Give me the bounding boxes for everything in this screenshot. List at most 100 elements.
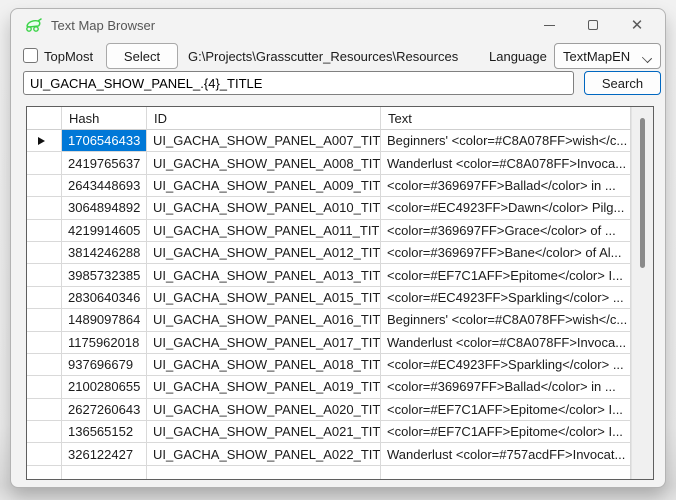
cell-id[interactable]: UI_GACHA_SHOW_PANEL_A020_TITLE [147, 399, 381, 421]
cell-text[interactable]: <color=#EF7C1AFF>Epitome</color> I... [381, 264, 631, 286]
cell-hash[interactable]: 1706546433 [62, 130, 147, 152]
cell-id[interactable]: UI_GACHA_SHOW_PANEL_A007_TITLE [147, 130, 381, 152]
table-row: 2419765637UI_GACHA_SHOW_PANEL_A008_TITLE… [27, 152, 631, 174]
cell-text[interactable]: <color=# [381, 466, 631, 479]
cell-id[interactable]: UI_GACHA_SHOW_PANEL_A013_TITLE [147, 264, 381, 286]
row-header[interactable] [27, 152, 62, 174]
row-header[interactable] [27, 332, 62, 354]
grid-header-row: Hash ID Text [27, 107, 631, 130]
cell-id[interactable]: UI_GACHA_SHOW_PANEL_A021_TITLE [147, 421, 381, 443]
chevron-down-icon [643, 52, 652, 61]
cell-hash[interactable]: 136565152 [62, 421, 147, 443]
row-header[interactable] [27, 309, 62, 331]
cell-hash[interactable]: 4219914605 [62, 220, 147, 242]
cell-text[interactable]: <color=#EF7C1AFF>Epitome</color> I... [381, 399, 631, 421]
cell-id[interactable]: UI_GACHA_SHOW_PANEL_A017_TITLE [147, 332, 381, 354]
column-header-text[interactable]: Text [381, 107, 631, 130]
cell-id[interactable]: UI_GACHA_SHOW_PANEL_A010_TITLE [147, 197, 381, 219]
table-row: 3985732385UI_GACHA_SHOW_PANEL_A013_TITLE… [27, 264, 631, 286]
row-header[interactable] [27, 443, 62, 465]
title-bar[interactable]: Text Map Browser ✕ [11, 9, 665, 41]
column-header-hash[interactable]: Hash [62, 107, 147, 130]
cell-text[interactable]: <color=#EF7C1AFF>Epitome</color> I... [381, 421, 631, 443]
cell-id[interactable]: UI_GACHA_SHOW_PANEL_A015_TITLE [147, 287, 381, 309]
row-header[interactable] [27, 287, 62, 309]
topmost-checkbox[interactable] [23, 48, 38, 63]
cell-text[interactable]: <color=#EC4923FF>Sparkling</color> ... [381, 287, 631, 309]
row-header[interactable] [27, 466, 62, 479]
search-button[interactable]: Search [584, 71, 661, 95]
table-row: 937696679UI_GACHA_SHOW_PANEL_A018_TITLE<… [27, 354, 631, 376]
cell-text[interactable]: Wanderlust <color=#C8A078FF>Invoca... [381, 152, 631, 174]
cell-hash[interactable]: 3064894892 [62, 197, 147, 219]
resources-path-label: G:\Projects\Grasscutter_Resources\Resour… [188, 49, 458, 64]
cell-hash[interactable]: 2627260643 [62, 399, 147, 421]
cell-text[interactable]: <color=#369697FF>Grace</color> of ... [381, 220, 631, 242]
table-row: 2643448693UI_GACHA_SHOW_PANEL_A009_TITLE… [27, 175, 631, 197]
row-header[interactable] [27, 130, 62, 152]
cell-text[interactable]: Beginners' <color=#C8A078FF>wish</c... [381, 130, 631, 152]
table-row: 2830640346UI_GACHA_SHOW_PANEL_A015_TITLE… [27, 287, 631, 309]
cell-id[interactable]: UI_GACHA_SHOW_PANEL_A019_TITLE [147, 376, 381, 398]
cell-text[interactable]: <color=#EC4923FF>Dawn</color> Pilg... [381, 197, 631, 219]
cell-text[interactable]: <color=#369697FF>Bane</color> of Al... [381, 242, 631, 264]
row-header[interactable] [27, 220, 62, 242]
cell-hash[interactable]: 2419765637 [62, 152, 147, 174]
table-row: 1706546433UI_GACHA_SHOW_PANEL_A007_TITLE… [27, 130, 631, 152]
minimize-button[interactable] [527, 10, 571, 40]
minimize-icon [544, 25, 555, 26]
cell-hash[interactable]: 2100280655 [62, 376, 147, 398]
column-header-id[interactable]: ID [147, 107, 381, 130]
grasscutter-app-icon [23, 17, 43, 33]
row-header[interactable] [27, 376, 62, 398]
search-input[interactable] [23, 71, 574, 95]
cell-hash[interactable] [62, 466, 147, 479]
table-row: 2627260643UI_GACHA_SHOW_PANEL_A020_TITLE… [27, 399, 631, 421]
row-header[interactable] [27, 264, 62, 286]
cell-hash[interactable]: 937696679 [62, 354, 147, 376]
cell-text[interactable]: Wanderlust <color=#757acdFF>Invocat... [381, 443, 631, 465]
grid-corner-header[interactable] [27, 107, 62, 130]
cell-hash[interactable]: 3985732385 [62, 264, 147, 286]
cell-hash[interactable]: 1489097864 [62, 309, 147, 331]
cell-id[interactable]: UI_GACHA_SHOW_PANEL_A012_TITLE [147, 242, 381, 264]
close-button[interactable]: ✕ [615, 10, 659, 40]
cell-id[interactable]: UI_GACHA_SHOW_PANEL_A011_TITLE [147, 220, 381, 242]
cell-hash[interactable]: 2830640346 [62, 287, 147, 309]
language-label: Language [489, 49, 547, 64]
table-row: 2100280655UI_GACHA_SHOW_PANEL_A019_TITLE… [27, 376, 631, 398]
cell-id[interactable]: UI_GACHA_SHOW_PANEL_A008_TITLE [147, 152, 381, 174]
cell-hash[interactable]: 2643448693 [62, 175, 147, 197]
row-header[interactable] [27, 197, 62, 219]
table-row: 136565152UI_GACHA_SHOW_PANEL_A021_TITLE<… [27, 421, 631, 443]
topmost-label[interactable]: TopMost [44, 49, 93, 64]
row-header[interactable] [27, 421, 62, 443]
row-header[interactable] [27, 399, 62, 421]
row-header[interactable] [27, 175, 62, 197]
cell-text[interactable]: <color=#369697FF>Ballad</color> in ... [381, 376, 631, 398]
select-button[interactable]: Select [106, 43, 178, 69]
grid-content: Hash ID Text 1706546433UI_GACHA_SHOW_PAN… [27, 107, 631, 479]
cell-hash[interactable]: 326122427 [62, 443, 147, 465]
cell-id[interactable] [147, 466, 381, 479]
grid-rows: 1706546433UI_GACHA_SHOW_PANEL_A007_TITLE… [27, 130, 631, 479]
cell-text[interactable]: <color=#EC4923FF>Sparkling</color> ... [381, 354, 631, 376]
cell-id[interactable]: UI_GACHA_SHOW_PANEL_A022_TITLE [147, 443, 381, 465]
cell-id[interactable]: UI_GACHA_SHOW_PANEL_A016_TITLE [147, 309, 381, 331]
cell-id[interactable]: UI_GACHA_SHOW_PANEL_A018_TITLE [147, 354, 381, 376]
row-header[interactable] [27, 242, 62, 264]
vertical-scrollbar-thumb[interactable] [640, 118, 645, 268]
vertical-scrollbar[interactable] [631, 107, 653, 479]
cell-text[interactable]: Wanderlust <color=#C8A078FF>Invoca... [381, 332, 631, 354]
cell-hash[interactable]: 3814246288 [62, 242, 147, 264]
text-map-browser-window: Text Map Browser ✕ TopMost Select G:\Pro… [10, 8, 666, 488]
cell-hash[interactable]: 1175962018 [62, 332, 147, 354]
cell-id[interactable]: UI_GACHA_SHOW_PANEL_A009_TITLE [147, 175, 381, 197]
desktop-background: Text Map Browser ✕ TopMost Select G:\Pro… [0, 0, 676, 500]
language-selected-value: TextMapEN [563, 49, 643, 64]
language-combobox[interactable]: TextMapEN [554, 43, 661, 69]
maximize-button[interactable] [571, 10, 615, 40]
row-header[interactable] [27, 354, 62, 376]
cell-text[interactable]: <color=#369697FF>Ballad</color> in ... [381, 175, 631, 197]
cell-text[interactable]: Beginners' <color=#C8A078FF>wish</c... [381, 309, 631, 331]
